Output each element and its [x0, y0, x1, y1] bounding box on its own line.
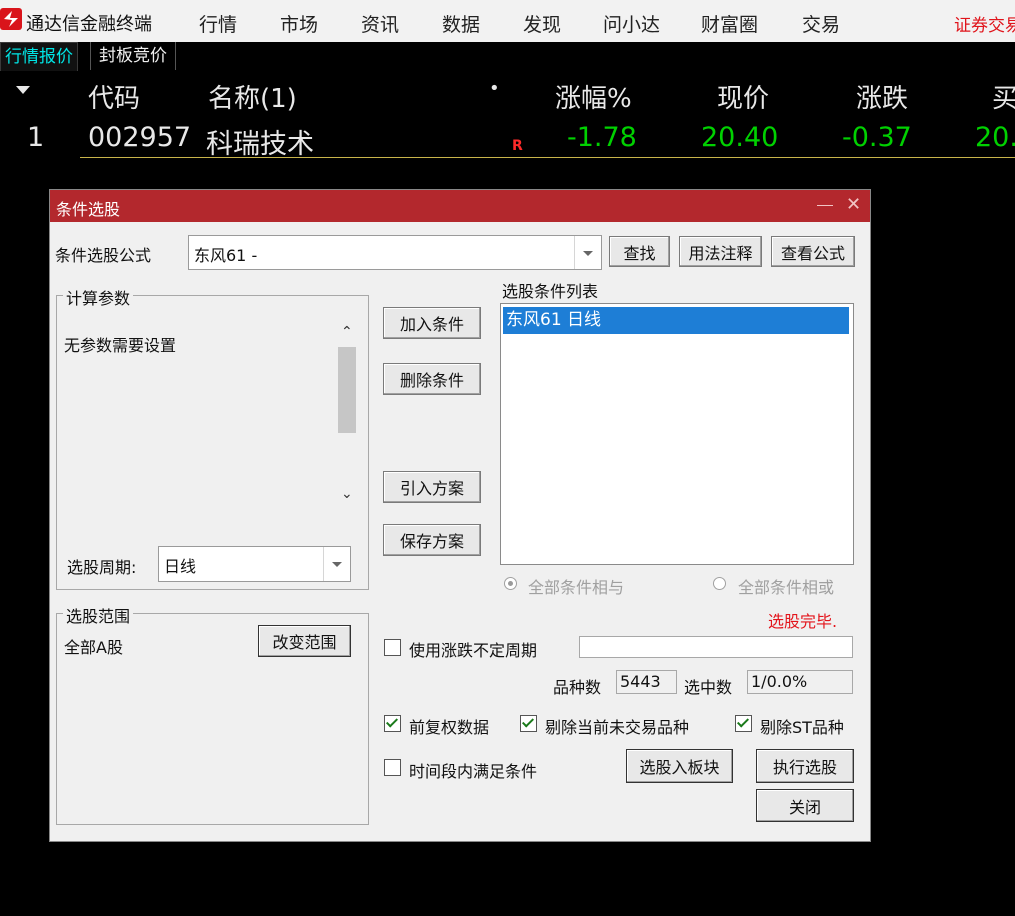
execute-button[interactable]: 执行选股 — [756, 749, 854, 783]
col-code[interactable]: 代码 — [88, 78, 140, 115]
scope-value: 全部A股 — [64, 638, 123, 657]
params-group-title: 计算参数 — [63, 285, 134, 309]
menu-item-data[interactable]: 数据 — [442, 10, 480, 37]
view-formula-button[interactable]: 查看公式 — [771, 236, 855, 267]
period-value: 日线 — [164, 557, 197, 576]
menu-item-broker[interactable]: 证券交易 — [954, 11, 1015, 36]
menu-item-market[interactable]: 市场 — [280, 10, 318, 37]
minimize-icon[interactable] — [817, 205, 833, 206]
time-range-checkbox[interactable] — [384, 759, 401, 776]
menu-item-discover[interactable]: 发现 — [523, 10, 561, 37]
row-name: 科瑞技术 — [206, 129, 314, 160]
formula-select[interactable]: 东风61 - — [188, 235, 602, 270]
stock-screener-dialog: 条件选股 ✕ 条件选股公式 东风61 - 查找 用法注释 查看公式 计算参数 无… — [49, 189, 871, 842]
col-dot[interactable]: • — [489, 78, 500, 99]
usage-notes-button[interactable]: 用法注释 — [679, 236, 762, 267]
row-index: 1 — [27, 122, 45, 153]
menu-item-trade[interactable]: 交易 — [802, 10, 840, 37]
radio-all-or-label: 全部条件相或 — [738, 578, 835, 597]
app-name: 通达信金融终端 — [26, 14, 152, 35]
uncertain-period-input[interactable] — [579, 636, 853, 658]
sub-tabs: 行情报价 封板竞价 — [0, 42, 1015, 72]
list-item[interactable]: 东风61 日线 — [503, 307, 849, 334]
pre-adjust-checkbox[interactable] — [384, 715, 401, 732]
exclude-st-label: 剔除ST品种 — [760, 718, 844, 737]
time-range-label: 时间段内满足条件 — [409, 762, 538, 781]
row-change-pct: -1.78 — [567, 122, 637, 153]
dialog-title-bar[interactable]: 条件选股 ✕ — [50, 190, 870, 222]
condition-list[interactable]: 东风61 日线 — [500, 303, 854, 565]
status-text: 选股完毕. — [768, 612, 838, 631]
grid-header: 代码 名称(1) • 涨幅% 现价 涨跌 买 — [0, 74, 1015, 118]
scroll-down-icon[interactable]: ⌄ — [341, 486, 353, 502]
radio-all-or[interactable] — [713, 577, 726, 590]
radio-all-and[interactable] — [504, 577, 517, 590]
scroll-up-icon[interactable]: ⌃ — [341, 324, 353, 340]
table-row[interactable]: 1 002957 科瑞技术 R -1.78 20.40 -0.37 20. — [0, 118, 1015, 162]
menu-bar: 通达信金融终端 行情 市场 资讯 数据 发现 问小达 财富圈 交易 证券交易 — [0, 0, 1015, 43]
col-name[interactable]: 名称(1) — [208, 78, 297, 115]
to-block-button[interactable]: 选股入板块 — [626, 749, 733, 783]
radio-all-and-label: 全部条件相与 — [528, 578, 625, 597]
params-text: 无参数需要设置 — [64, 336, 177, 355]
uncertain-period-label: 使用涨跌不定周期 — [409, 641, 538, 660]
close-button[interactable]: 关闭 — [756, 789, 854, 822]
col-change[interactable]: 涨跌 — [856, 78, 908, 115]
tab-limit-auction[interactable]: 封板竞价 — [90, 42, 176, 70]
pre-adjust-label: 前复权数据 — [409, 718, 490, 737]
count-label: 品种数 — [553, 678, 602, 697]
period-label: 选股周期: — [67, 558, 137, 577]
delete-condition-button[interactable]: 删除条件 — [383, 363, 481, 395]
menu-item-quotes[interactable]: 行情 — [199, 10, 237, 37]
scroll-thumb[interactable] — [338, 347, 356, 433]
count-field: 5443 — [616, 670, 677, 694]
dropdown-arrow-icon[interactable] — [323, 547, 350, 581]
menu-item-ask[interactable]: 问小达 — [603, 10, 660, 37]
app-logo-icon — [0, 8, 22, 30]
condition-list-label: 选股条件列表 — [502, 282, 599, 301]
row-price: 20.40 — [701, 122, 779, 153]
tab-quotes[interactable]: 行情报价 — [0, 42, 78, 71]
exclude-st-checkbox[interactable] — [735, 715, 752, 732]
add-condition-button[interactable]: 加入条件 — [383, 307, 481, 339]
margin-flag-badge: R — [512, 138, 523, 154]
col-change-pct[interactable]: 涨幅% — [555, 78, 632, 115]
exclude-untraded-checkbox[interactable] — [520, 715, 537, 732]
dialog-title: 条件选股 — [56, 200, 121, 219]
row-bid: 20. — [975, 122, 1015, 153]
row-change: -0.37 — [842, 122, 912, 153]
menu-item-news[interactable]: 资讯 — [361, 10, 399, 37]
col-price[interactable]: 现价 — [717, 78, 769, 115]
params-scrollbar[interactable]: ⌃ ⌄ — [336, 320, 358, 510]
row-divider — [80, 157, 1015, 158]
close-icon[interactable]: ✕ — [846, 194, 861, 215]
scope-group-title: 选股范围 — [63, 603, 134, 627]
exclude-untraded-label: 剔除当前未交易品种 — [545, 718, 690, 737]
row-code: 002957 — [88, 122, 192, 153]
dropdown-arrow-icon[interactable] — [574, 236, 601, 269]
save-plan-button[interactable]: 保存方案 — [383, 524, 481, 556]
selected-field: 1/0.0% — [747, 670, 853, 694]
change-scope-button[interactable]: 改变范围 — [258, 625, 351, 657]
formula-value: 东风61 - — [194, 246, 258, 265]
uncertain-period-checkbox[interactable] — [384, 639, 401, 656]
col-bid[interactable]: 买 — [992, 78, 1015, 115]
selected-label: 选中数 — [684, 678, 733, 697]
import-plan-button[interactable]: 引入方案 — [383, 471, 481, 503]
find-button[interactable]: 查找 — [609, 236, 670, 267]
formula-label: 条件选股公式 — [55, 246, 152, 265]
period-select[interactable]: 日线 — [158, 546, 351, 582]
sort-arrow-icon[interactable] — [16, 86, 30, 94]
menu-item-wealth[interactable]: 财富圈 — [701, 10, 758, 37]
